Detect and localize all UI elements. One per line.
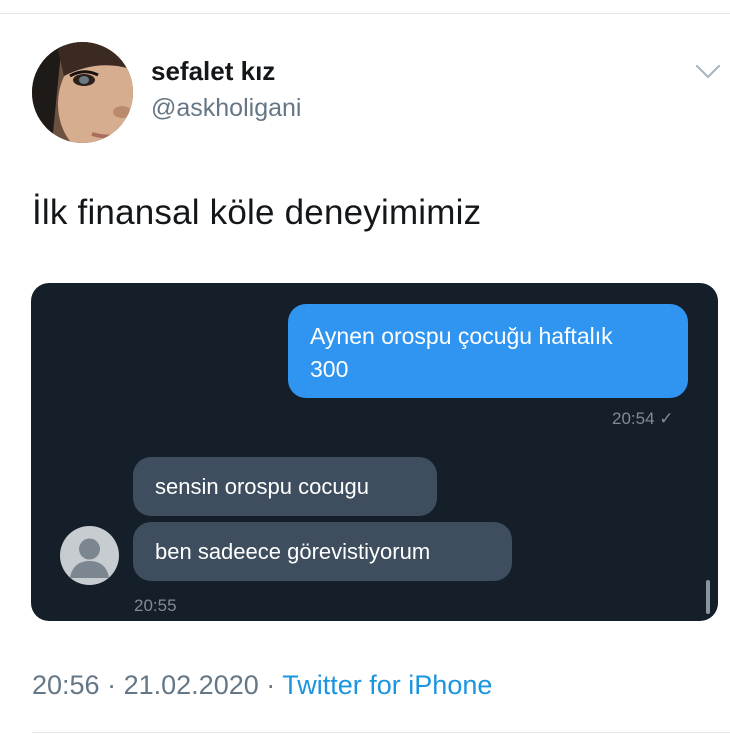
incoming-message-bubble: ben sadeece görevistiyorum — [133, 522, 512, 581]
tweet-text: İlk finansal köle deneyimimiz — [32, 193, 482, 232]
outgoing-message-line: Aynen orospu çocuğu haftalık — [310, 323, 613, 349]
user-handle[interactable]: @askholigani — [151, 94, 301, 123]
tweet-metadata: 20:56 · 21.02.2020 · Twitter for iPhone — [32, 670, 492, 701]
tweet-time[interactable]: 20:56 — [32, 670, 100, 700]
tweet-source-link[interactable]: Twitter for iPhone — [282, 670, 492, 700]
chat-scrollbar[interactable] — [706, 580, 710, 614]
incoming-message-time: 20:55 — [134, 596, 177, 615]
separator-dot: · — [266, 670, 276, 700]
outgoing-message-line: 300 — [310, 356, 349, 382]
bottom-divider — [32, 732, 730, 733]
default-user-avatar-icon — [60, 526, 119, 585]
top-divider — [0, 13, 730, 14]
separator-dot: · — [107, 670, 117, 700]
tweet-date[interactable]: 21.02.2020 — [124, 670, 259, 700]
outgoing-message-time: 20:54 ✓ — [612, 409, 674, 428]
outgoing-message-bubble: Aynen orospu çocuğu haftalık 300 — [288, 304, 688, 398]
display-name[interactable]: sefalet kız — [151, 56, 275, 87]
incoming-message-bubble: sensin orospu cocugu — [133, 457, 437, 516]
user-avatar[interactable] — [32, 42, 133, 143]
chevron-down-icon[interactable] — [694, 60, 722, 82]
tweet-media-chat-screenshot[interactable]: Aynen orospu çocuğu haftalık 300 20:54 ✓… — [31, 283, 718, 621]
